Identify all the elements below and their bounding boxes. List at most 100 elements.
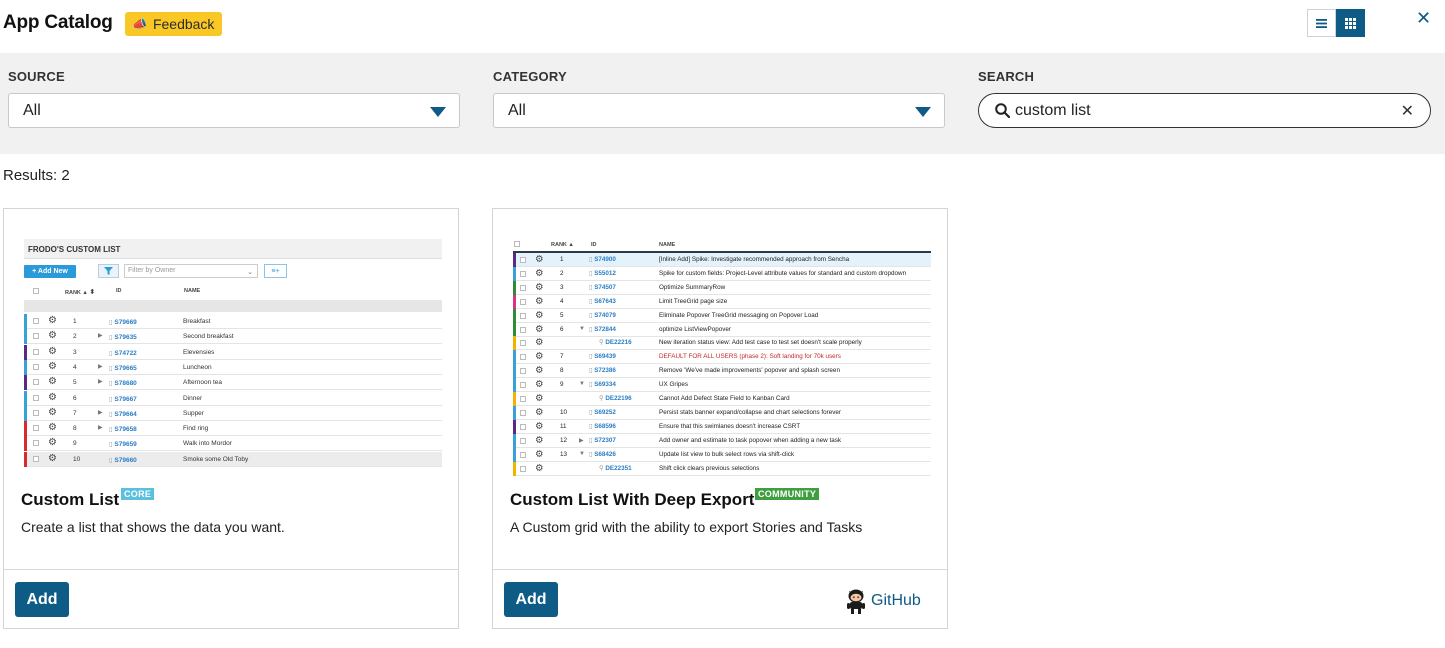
add-button[interactable]: Add bbox=[15, 582, 69, 617]
row-id: ▯ S68596 bbox=[589, 423, 616, 430]
table-row: ⚙ 13 ▼ ▯ S68426 Update list view to bulk sel… bbox=[513, 447, 931, 462]
row-rank: 8 bbox=[73, 425, 77, 433]
row-color-stripe bbox=[513, 308, 516, 323]
sort-arrows-icon: ⬍ bbox=[89, 289, 96, 296]
row-id: ▯ S68426 bbox=[589, 451, 616, 458]
table-row: ⚙ 3 ▯ S74507 Optimize SummaryRow bbox=[513, 280, 931, 295]
row-name: Luncheon bbox=[183, 363, 212, 371]
table-row: ⚙ 9 ▼ ▯ S69334 UX Gripes bbox=[513, 378, 931, 393]
clear-search-icon[interactable]: ✕ bbox=[1401, 101, 1414, 121]
row-color-stripe bbox=[513, 322, 516, 337]
row-id: ⚲ DE22351 bbox=[599, 465, 632, 472]
row-id: ▯ S67643 bbox=[589, 298, 616, 305]
row-id: ▯ S79665 bbox=[109, 364, 137, 372]
row-color-stripe bbox=[513, 266, 516, 281]
row-checkbox bbox=[520, 298, 526, 305]
github-link[interactable]: GitHub bbox=[845, 588, 921, 614]
grid-view-icon bbox=[1345, 17, 1356, 29]
list-view-button[interactable] bbox=[1307, 9, 1336, 37]
row-name: Cannot Add Defect State Field to Kanban … bbox=[659, 395, 790, 402]
row-checkbox bbox=[520, 270, 526, 277]
row-rank: 2 bbox=[73, 333, 77, 341]
row-name: Supper bbox=[183, 409, 204, 417]
row-rank: 9 bbox=[73, 440, 77, 448]
community-badge: COMMUNITY bbox=[755, 488, 820, 500]
card-description: A Custom grid with the ability to export… bbox=[510, 519, 863, 535]
row-rank: 1 bbox=[73, 318, 77, 325]
source-select[interactable]: All bbox=[8, 93, 460, 128]
row-id-text: S78680 bbox=[114, 380, 137, 388]
row-checkbox bbox=[33, 333, 39, 340]
card-footer: Add GitHub bbox=[493, 569, 947, 628]
row-id: ▯ S55012 bbox=[589, 270, 616, 277]
row-rank: 5 bbox=[560, 311, 564, 319]
gear-icon: ⚙ bbox=[48, 406, 57, 418]
close-icon[interactable]: ✕ bbox=[1416, 8, 1431, 29]
row-name: Eliminate Popover TreeGrid messaging on … bbox=[659, 311, 819, 319]
gear-icon: ⚙ bbox=[535, 379, 544, 391]
grid-view-button[interactable] bbox=[1336, 9, 1365, 37]
octocat-icon bbox=[847, 589, 865, 614]
row-color-stripe bbox=[24, 405, 27, 421]
table-row: ⚙ 3 ▯ S74722 Elevensies bbox=[24, 344, 442, 360]
row-id-text: S69252 bbox=[594, 408, 616, 416]
search-field[interactable]: ✕ bbox=[978, 93, 1431, 128]
gear-icon: ⚙ bbox=[48, 330, 57, 342]
table-row: ⚙ ⚲ DE22216 New iteration status view: Add… bbox=[513, 336, 931, 351]
row-id: ▯ S79658 bbox=[109, 425, 137, 433]
table-row: ⚙ 1 ▯ S79669 Breakfast bbox=[24, 314, 442, 329]
chevron-down-icon bbox=[430, 107, 446, 117]
app-card-custom-list: FRODO'S CUSTOM LIST + Add New Filter by … bbox=[3, 208, 459, 629]
row-name: DEFAULT FOR ALL USERS (phase 2): Soft la… bbox=[659, 353, 841, 361]
thumbnail-col-name: NAME bbox=[184, 288, 201, 294]
gear-icon: ⚙ bbox=[535, 281, 544, 293]
row-checkbox bbox=[520, 368, 526, 375]
gear-icon: ⚙ bbox=[535, 254, 544, 265]
row-id-text: DE22351 bbox=[605, 464, 632, 472]
row-color-stripe bbox=[513, 419, 516, 434]
row-checkbox bbox=[520, 382, 526, 389]
row-id: ▯ S69334 bbox=[589, 381, 616, 388]
gear-icon: ⚙ bbox=[48, 345, 57, 357]
gear-icon: ⚙ bbox=[535, 323, 544, 335]
row-checkbox bbox=[520, 257, 526, 263]
github-label: GitHub bbox=[871, 592, 921, 609]
row-id: ⚲ DE22216 bbox=[599, 339, 632, 346]
gear-icon: ⚙ bbox=[48, 376, 57, 388]
row-id-text: S79667 bbox=[114, 395, 137, 403]
expand-icon: ▶ bbox=[98, 379, 103, 386]
row-color-stripe bbox=[24, 390, 27, 406]
expand-icon: ▶ bbox=[98, 333, 103, 340]
table-row: ⚙ 2 ▶ ▯ S79635 Second breakfast bbox=[24, 329, 442, 345]
add-button[interactable]: Add bbox=[504, 582, 558, 617]
row-name: Remove 'We've made improvements' popover… bbox=[659, 367, 840, 375]
row-name: optimize ListViewPopover bbox=[659, 325, 731, 333]
row-id: ▯ S74079 bbox=[589, 312, 616, 319]
row-id-text: S67643 bbox=[594, 297, 616, 305]
category-select[interactable]: All bbox=[493, 93, 945, 128]
row-id-text: S72307 bbox=[594, 436, 616, 444]
row-id-text: S79658 bbox=[114, 426, 137, 434]
thumbnail-filter-placeholder: Filter by Owner bbox=[128, 267, 176, 274]
row-id-text: S74079 bbox=[594, 311, 616, 319]
row-checkbox bbox=[33, 318, 39, 324]
search-input[interactable] bbox=[1015, 100, 1395, 122]
row-name: Limit TreeGrid page size bbox=[659, 297, 728, 305]
category-value: All bbox=[508, 102, 526, 119]
row-rank: 6 bbox=[73, 394, 77, 402]
row-checkbox bbox=[520, 451, 526, 458]
gear-icon: ⚙ bbox=[535, 295, 544, 307]
row-name: [Inline Add] Spike: Investigate recommen… bbox=[659, 256, 850, 263]
gear-icon: ⚙ bbox=[535, 351, 544, 363]
row-id: ▯ S79660 bbox=[109, 456, 137, 464]
table-row: ⚙ 5 ▶ ▯ S78680 Afternoon tea bbox=[24, 375, 442, 391]
feedback-button[interactable]: 📣 Feedback bbox=[125, 12, 223, 36]
table-row: ⚙ 11 ▯ S68596 Ensure that this swimlanes do… bbox=[513, 419, 931, 434]
row-rank: 7 bbox=[73, 409, 77, 417]
row-name: Add owner and estimate to task popover w… bbox=[659, 436, 842, 444]
row-color-stripe bbox=[513, 350, 516, 365]
row-id: ▯ S74507 bbox=[589, 284, 616, 291]
card-description: Create a list that shows the data you wa… bbox=[21, 519, 285, 535]
row-id-text: S68596 bbox=[594, 422, 616, 430]
row-rank: 2 bbox=[560, 269, 564, 277]
